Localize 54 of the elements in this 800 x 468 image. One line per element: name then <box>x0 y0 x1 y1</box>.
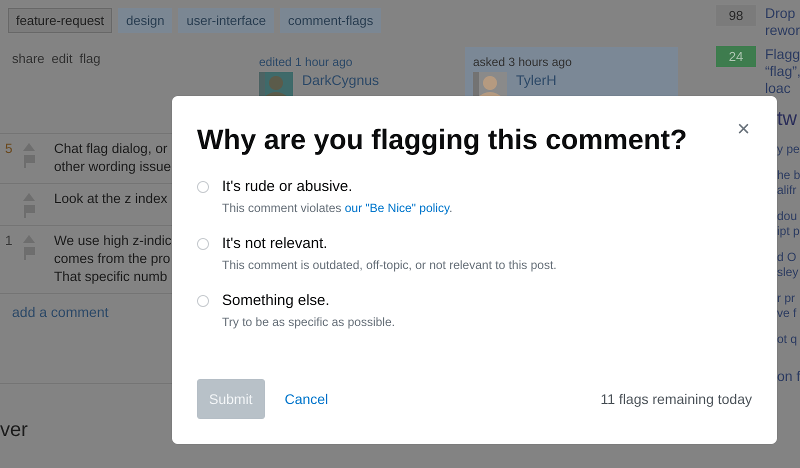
question-link[interactable]: ipt p <box>777 224 800 239</box>
cancel-link[interactable]: Cancel <box>284 391 328 407</box>
comment-text: other wording issue <box>54 158 172 176</box>
question-link[interactable]: alifr <box>777 183 800 198</box>
question-link[interactable]: rewor <box>765 22 800 39</box>
question-link[interactable]: “flag”, <box>765 63 800 80</box>
question-link[interactable]: on f <box>777 369 800 384</box>
question-link[interactable]: ot q <box>777 332 800 347</box>
question-link[interactable]: ve f <box>777 306 800 321</box>
close-button[interactable]: × <box>735 118 752 140</box>
question-link[interactable]: loac <box>765 80 800 97</box>
question-link[interactable]: Drop <box>765 5 800 22</box>
vote-count: 24 <box>716 46 756 67</box>
option-label[interactable]: It's not relevant. <box>222 235 752 252</box>
vote-count: 98 <box>716 5 756 26</box>
edited-time: edited 1 hour ago <box>259 55 354 69</box>
radio-button[interactable] <box>197 238 209 250</box>
question-link[interactable]: he b <box>777 168 800 183</box>
post-menu-link[interactable]: flag <box>80 51 100 99</box>
option-description: Try to be as specific as possible. <box>222 315 396 329</box>
option-description: This comment violates our "Be Nice" policy. <box>222 201 454 215</box>
comment-text: Look at the z index <box>54 190 168 208</box>
flags-remaining: 11 flags remaining today <box>600 391 752 407</box>
question-link[interactable]: Flagg <box>765 46 800 63</box>
section-heading: tw <box>777 108 798 131</box>
question-link[interactable]: d O <box>777 250 800 265</box>
tag[interactable]: comment-flags <box>280 8 382 33</box>
dialog-title: Why are you flagging this comment? <box>197 124 688 156</box>
question-link[interactable]: y pe <box>777 142 800 157</box>
add-comment-link[interactable]: add a comment <box>12 304 108 320</box>
question-link[interactable]: sley <box>777 265 800 280</box>
comment-score: 1 <box>4 233 13 248</box>
asked-time: asked 3 hours ago <box>473 55 573 69</box>
post-menu-link[interactable]: share <box>12 51 45 99</box>
question-link[interactable]: r pr <box>777 291 800 306</box>
question-link[interactable]: dou <box>777 209 800 224</box>
comment-text: We use high z-indic <box>54 232 172 250</box>
tag[interactable]: feature-request <box>8 8 112 33</box>
option-description: This comment is outdated, off-topic, or not relevant to this post. <box>222 258 558 272</box>
tag[interactable]: design <box>118 8 172 33</box>
user-name[interactable]: TylerH <box>516 72 556 98</box>
post-menu-link[interactable]: edit <box>52 51 72 99</box>
comment-text: That specific numb <box>54 268 168 286</box>
user-name[interactable]: DarkCygnus <box>302 72 380 98</box>
policy-link[interactable]: our "Be Nice" policy <box>344 201 450 215</box>
option-label[interactable]: Something else. <box>222 292 752 309</box>
radio-button[interactable] <box>197 181 209 193</box>
tag[interactable]: user-interface <box>178 8 274 33</box>
comment-text: Chat flag dialog, or <box>54 140 168 158</box>
comment-score: 5 <box>4 141 13 156</box>
radio-button[interactable] <box>197 295 209 307</box>
option-label[interactable]: It's rude or abusive. <box>222 178 752 195</box>
comment-text: comes from the pro <box>54 250 172 268</box>
answers-heading: ver <box>0 419 28 441</box>
